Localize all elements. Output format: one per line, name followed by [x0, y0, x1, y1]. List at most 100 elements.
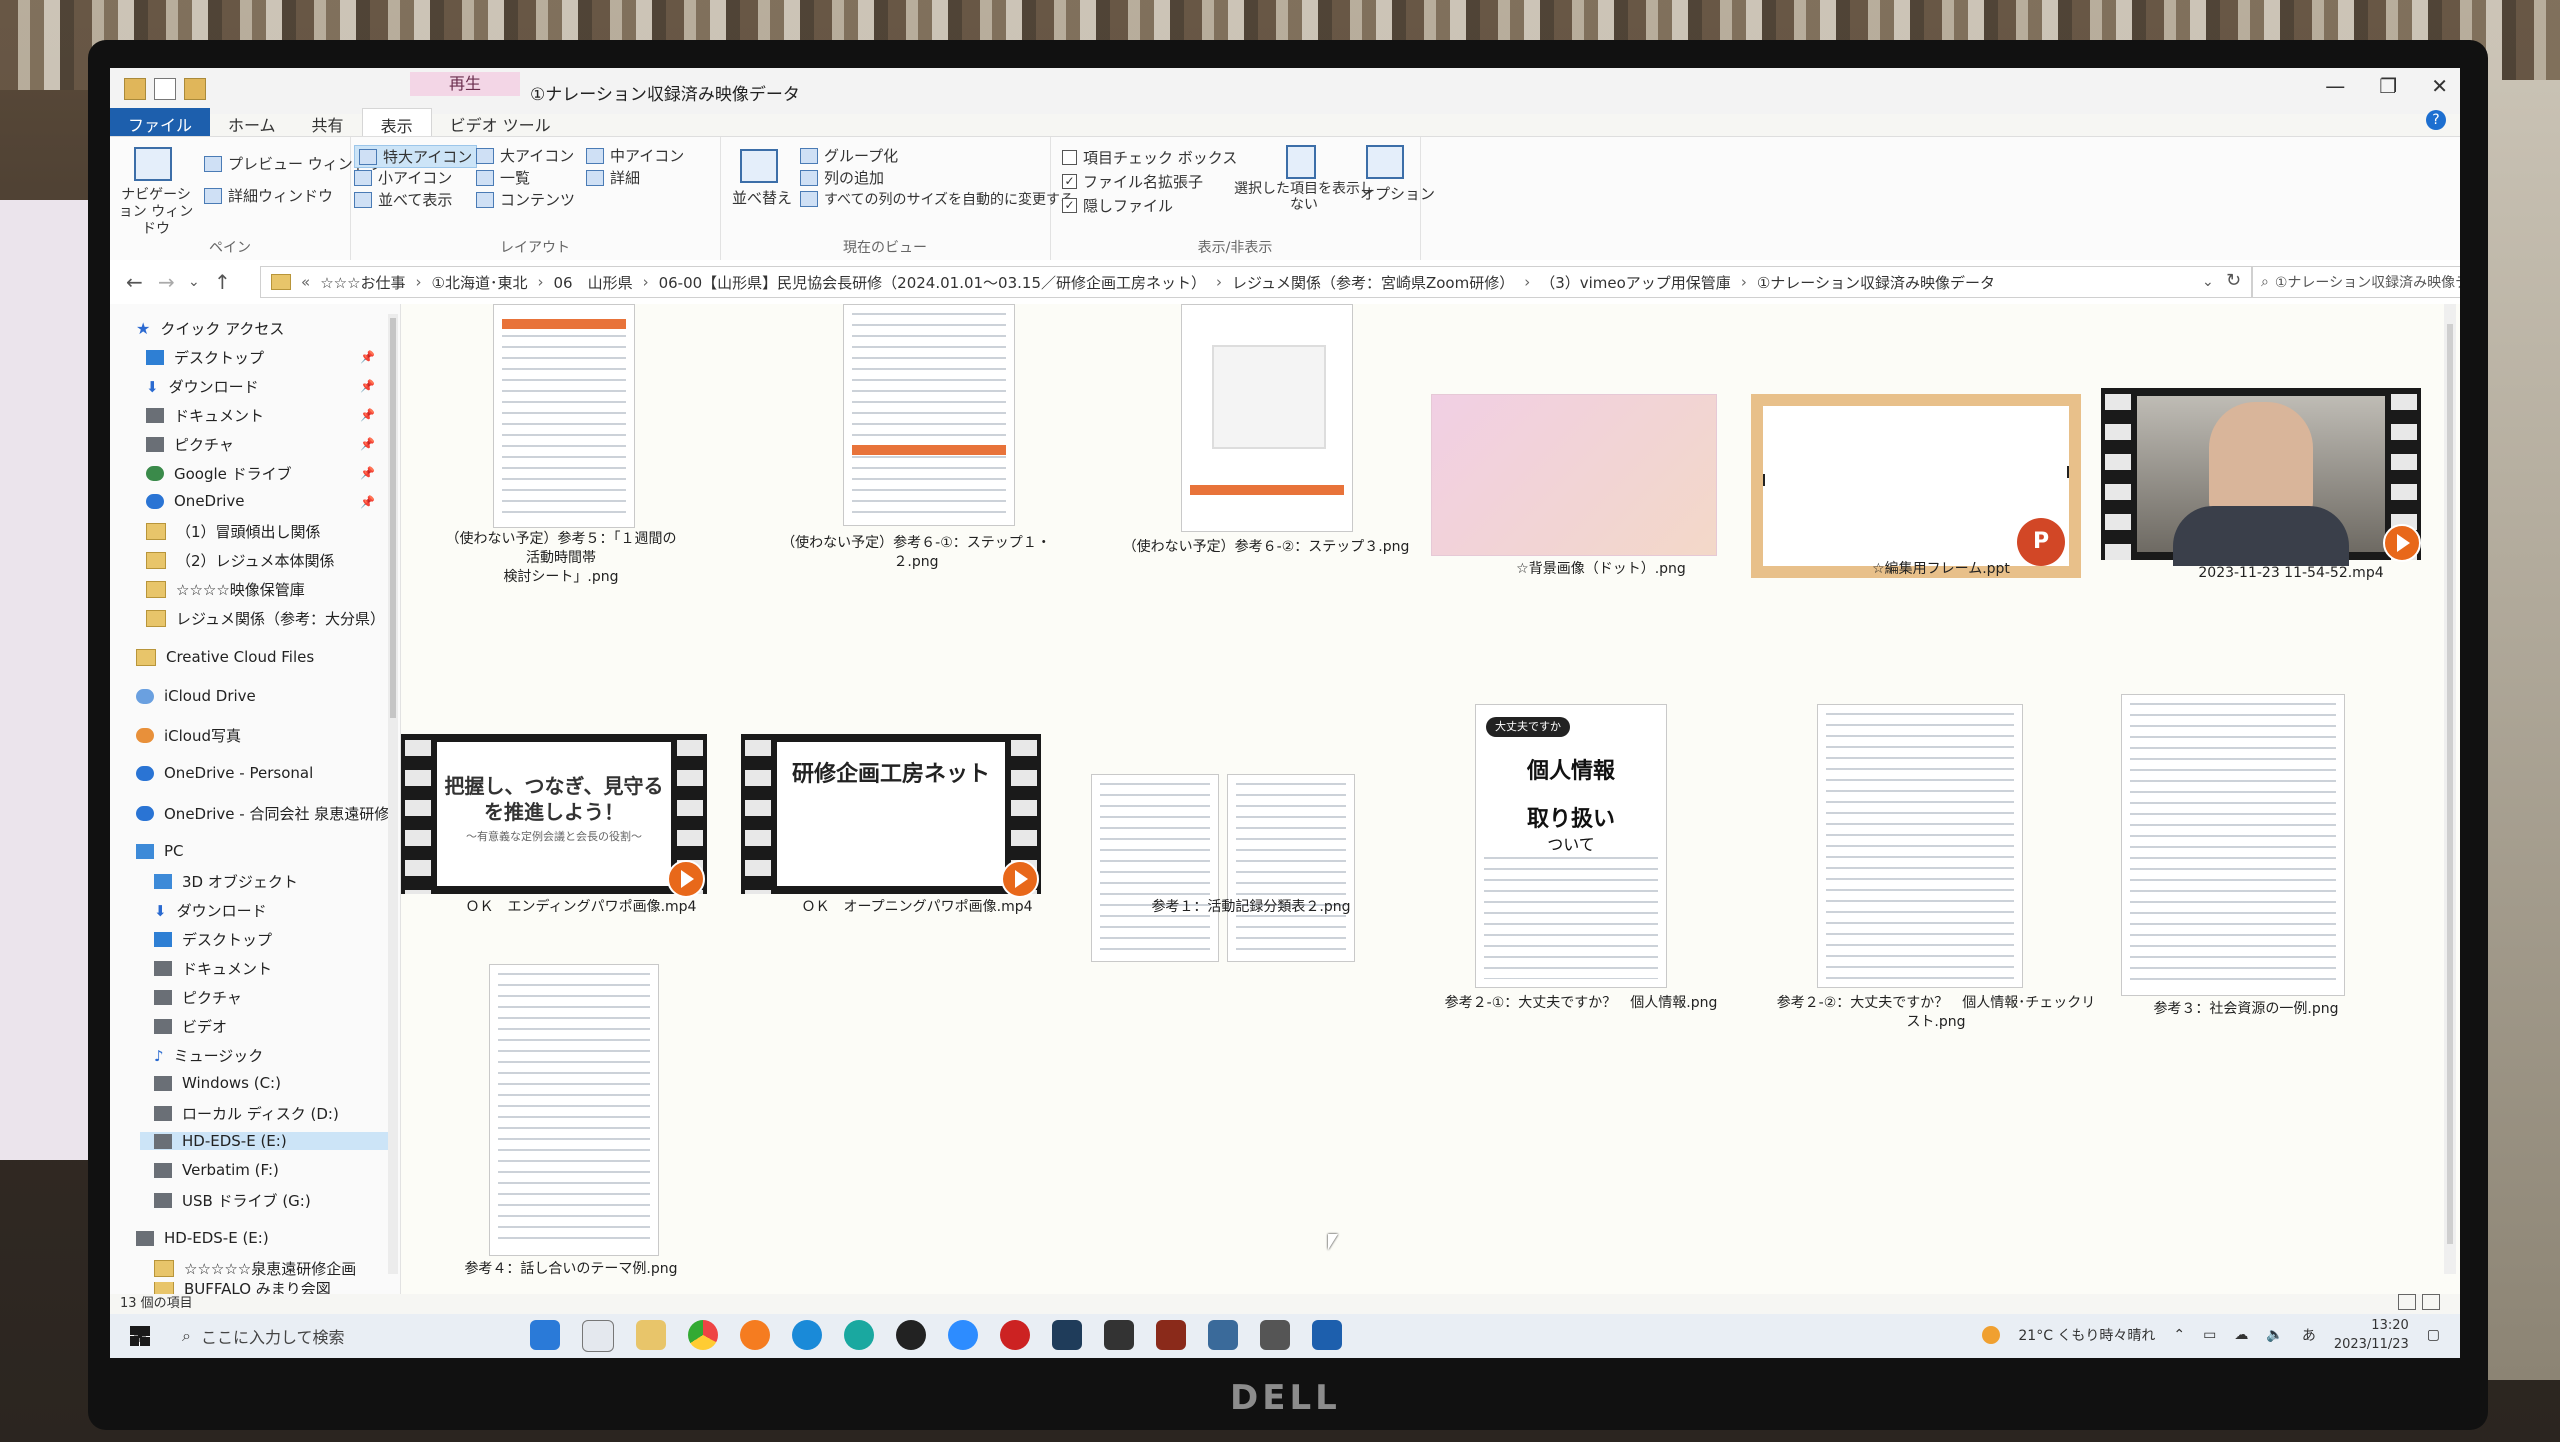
- pin-icon[interactable]: 📌: [360, 379, 375, 393]
- breadcrumb-item[interactable]: ①ナレーション収録済み映像データ: [1757, 272, 1995, 293]
- nav-pc-music[interactable]: ♪ ミュージック: [154, 1045, 263, 1066]
- details-option[interactable]: 詳細: [586, 167, 640, 188]
- nav-quick-access[interactable]: ★ クイック アクセス: [136, 318, 284, 339]
- breadcrumb-separator-icon[interactable]: ›: [643, 273, 649, 291]
- record-icon[interactable]: [1000, 1320, 1030, 1350]
- file-item[interactable]: 大丈夫ですか 個人情報 取り扱い ついて 参考２-①：大丈夫ですか？ 個人情報.…: [1441, 704, 1731, 1011]
- folder-icon[interactable]: [124, 78, 146, 100]
- app-icon[interactable]: [896, 1320, 926, 1350]
- nav-onedrive[interactable]: OneDrive: [146, 492, 245, 510]
- clock[interactable]: 13:20 2023/11/23: [2334, 1316, 2409, 1354]
- nav-pc-desktop[interactable]: デスクトップ: [154, 929, 272, 950]
- content-scrollbar-thumb[interactable]: [2447, 324, 2453, 1244]
- weather-icon[interactable]: [1982, 1326, 2001, 1344]
- large-icons-view-icon[interactable]: [2422, 1294, 2440, 1310]
- nav-drive-g[interactable]: USB ドライブ (G:): [154, 1190, 311, 1211]
- nav-drive-e[interactable]: HD-EDS-E (E:): [140, 1132, 394, 1150]
- app-icon[interactable]: [1052, 1320, 1082, 1350]
- address-bar[interactable]: « ☆☆☆お仕事 › ①北海道･東北 › 06 山形県 › 06-00【山形県】民児協…: [260, 266, 2252, 298]
- nav-icloud-photos[interactable]: iCloud写真: [136, 725, 241, 746]
- nav-drive-f[interactable]: Verbatim (F:): [154, 1161, 279, 1179]
- nav-pc-videos[interactable]: ビデオ: [154, 1016, 227, 1037]
- forward-icon[interactable]: →: [158, 270, 175, 294]
- content-scrollbar[interactable]: [2444, 304, 2456, 1274]
- nav-onedrive-corp[interactable]: OneDrive - 合同会社 泉恵遠研修: [136, 803, 389, 824]
- nav-pane-button[interactable]: ナビゲーション ウィンドウ: [116, 187, 196, 238]
- file-item[interactable]: （使わない予定）参考６-②：ステップ３.png: [1111, 304, 1409, 604]
- sort-button[interactable]: 並べ替え: [732, 187, 792, 208]
- file-item[interactable]: 参考３：社会資源の一例.png: [2121, 694, 2421, 1017]
- nav-folder[interactable]: （1）冒頭傾出し関係: [146, 521, 321, 542]
- nav-documents[interactable]: ドキュメント: [146, 405, 264, 426]
- nav-google-drive[interactable]: Google ドライブ: [146, 463, 292, 484]
- breadcrumb-separator-icon[interactable]: ›: [416, 273, 422, 291]
- group-by-button[interactable]: グループ化: [800, 145, 898, 166]
- nav-downloads[interactable]: ⬇ ダウンロード: [146, 376, 259, 397]
- nav-folder[interactable]: （2）レジュメ本体関係: [146, 550, 335, 571]
- nav-pc-downloads[interactable]: ⬇ ダウンロード: [154, 900, 267, 921]
- pin-icon[interactable]: 📌: [360, 495, 375, 509]
- content-option[interactable]: コンテンツ: [476, 189, 575, 210]
- breadcrumb-item[interactable]: 06-00【山形県】民児協会長研修（2024.01.01～03.15／研修企画工…: [659, 272, 1206, 293]
- skype-icon[interactable]: [792, 1320, 822, 1350]
- edge-icon[interactable]: [844, 1320, 874, 1350]
- nav-pictures[interactable]: ピクチャ: [146, 434, 234, 455]
- recent-chevron-down-icon[interactable]: ⌄: [188, 274, 200, 290]
- taskbar-search[interactable]: ⌕ ここに入力して検索: [172, 1320, 522, 1352]
- nav-drive-d[interactable]: ローカル ディスク (D:): [154, 1103, 339, 1124]
- file-item[interactable]: 参考１：活動記録分類表２.png: [1091, 694, 1371, 962]
- nav-creative-cloud[interactable]: Creative Cloud Files: [136, 648, 314, 666]
- medium-icons-option[interactable]: 中アイコン: [586, 145, 684, 166]
- overflow-chevron-icon[interactable]: «: [301, 273, 310, 291]
- item-checkboxes-toggle[interactable]: 項目チェック ボックス: [1062, 147, 1237, 168]
- breadcrumb-separator-icon[interactable]: ›: [1216, 273, 1222, 291]
- list-option[interactable]: 一覧: [476, 167, 530, 188]
- pin-icon[interactable]: 📌: [360, 466, 375, 480]
- firefox-icon[interactable]: [740, 1320, 770, 1350]
- nav-folder[interactable]: ☆☆☆☆映像保管庫: [146, 579, 305, 600]
- fit-columns-button[interactable]: すべての列のサイズを自動的に変更する: [800, 189, 1074, 209]
- tiles-option[interactable]: 並べて表示: [354, 189, 452, 210]
- camera-icon[interactable]: [1260, 1320, 1290, 1350]
- breadcrumb-item[interactable]: ☆☆☆お仕事: [320, 272, 405, 293]
- large-icons-option[interactable]: 大アイコン: [476, 145, 574, 166]
- nav-folder[interactable]: レジュメ関係（参考：大分県）: [146, 608, 385, 629]
- weather-text[interactable]: 21°C くもり時々晴れ: [2018, 1325, 2155, 1345]
- breadcrumb-item[interactable]: 06 山形県: [553, 272, 632, 293]
- breadcrumb-separator-icon[interactable]: ›: [1741, 273, 1747, 291]
- help-icon[interactable]: ?: [2426, 110, 2446, 130]
- windows-start-icon[interactable]: [130, 1326, 150, 1346]
- hidden-items-toggle[interactable]: ✓ 隠しファイル: [1062, 195, 1173, 216]
- notification-icon[interactable]: ▢: [2427, 1327, 2440, 1343]
- task-view-icon[interactable]: [582, 1320, 614, 1352]
- tab-file[interactable]: ファイル: [110, 108, 211, 136]
- tab-share[interactable]: 共有: [294, 108, 362, 136]
- file-item[interactable]: （使わない予定）参考６-①：ステップ１・２.png: [771, 304, 1051, 604]
- tab-home[interactable]: ホーム: [210, 108, 294, 136]
- chevron-up-icon[interactable]: ⌃: [2173, 1327, 2185, 1343]
- zoom-icon[interactable]: [948, 1320, 978, 1350]
- outlook-icon[interactable]: [1312, 1320, 1342, 1350]
- file-extensions-toggle[interactable]: ✓ ファイル名拡張子: [1062, 171, 1203, 192]
- new-folder-icon[interactable]: [184, 78, 206, 100]
- nav-drive-e-root[interactable]: HD-EDS-E (E:): [136, 1229, 269, 1247]
- app-icon[interactable]: [1156, 1320, 1186, 1350]
- context-tab-play[interactable]: 再生: [410, 72, 520, 96]
- file-item[interactable]: （使わない予定）参考５：「１週間の活動時間帯 検討シート」.png: [441, 304, 681, 604]
- tab-video-tools[interactable]: ビデオ ツール: [432, 108, 569, 136]
- folder-icon[interactable]: [636, 1320, 666, 1350]
- back-icon[interactable]: ←: [126, 270, 143, 294]
- ime-indicator[interactable]: あ: [2302, 1325, 2316, 1345]
- breadcrumb-separator-icon[interactable]: ›: [537, 273, 543, 291]
- file-item[interactable]: 2023-11-23 11-54-52.mp4: [2101, 304, 2431, 604]
- app-icon[interactable]: [1208, 1320, 1238, 1350]
- nav-pc-pictures[interactable]: ピクチャ: [154, 987, 242, 1008]
- add-columns-button[interactable]: 列の追加: [800, 167, 884, 188]
- nav-pc[interactable]: PC: [136, 842, 184, 860]
- network-icon[interactable]: ▭: [2203, 1327, 2216, 1343]
- hide-selected-button[interactable]: 選択した項目を表示しない: [1234, 181, 1374, 213]
- app-icon[interactable]: [1104, 1320, 1134, 1350]
- file-item[interactable]: ☆背景画像（ドット）.png: [1431, 304, 1731, 604]
- pin-icon[interactable]: 📌: [360, 437, 375, 451]
- nav-3d-objects[interactable]: 3D オブジェクト: [154, 871, 298, 892]
